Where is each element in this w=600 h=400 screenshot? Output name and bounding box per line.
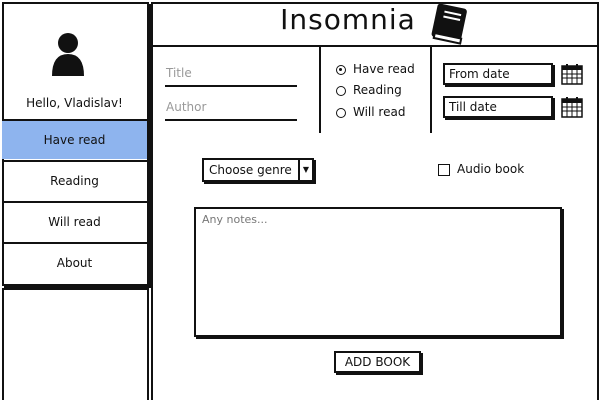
till-date-input[interactable]: Till date — [443, 96, 553, 118]
sidebar-item-label: Will read — [48, 215, 101, 229]
audio-book-checkbox[interactable] — [438, 164, 450, 176]
genre-select-value: Choose genre — [209, 163, 292, 177]
radio-label: Have read — [353, 62, 415, 76]
sidebar-item-will-read[interactable]: Will read — [2, 201, 147, 241]
form-divider — [430, 47, 432, 133]
radio-have-read[interactable] — [336, 65, 346, 75]
sidebar-footer-panel — [2, 288, 149, 400]
radio-reading[interactable] — [336, 86, 346, 96]
add-book-button[interactable]: ADD BOOK — [334, 351, 421, 373]
radio-label: Will read — [353, 105, 406, 119]
app-title: Insomnia — [280, 3, 416, 36]
sidebar-item-label: Have read — [43, 133, 106, 147]
chevron-down-icon: ▼ — [298, 160, 312, 180]
from-date-input[interactable]: From date — [443, 63, 553, 85]
sidebar-item-label: About — [56, 256, 93, 270]
header-divider — [151, 45, 599, 47]
author-input[interactable]: Author — [166, 100, 206, 114]
title-input-underline — [165, 85, 297, 87]
title-input[interactable]: Title — [166, 66, 192, 80]
sidebar-item-reading[interactable]: Reading — [2, 160, 147, 200]
author-input-underline — [165, 119, 297, 121]
sidebar-item-have-read[interactable]: Have read — [2, 119, 147, 159]
calendar-icon[interactable] — [561, 96, 583, 118]
user-icon — [52, 33, 84, 76]
calendar-icon[interactable] — [561, 63, 583, 85]
radio-will-read[interactable] — [336, 108, 346, 118]
audio-book-label: Audio book — [457, 162, 525, 176]
radio-label: Reading — [353, 83, 402, 97]
notes-textarea[interactable]: Any notes... — [194, 207, 562, 337]
sidebar-item-about[interactable]: About — [2, 242, 147, 282]
greeting-text: Hello, Vladislav! — [26, 96, 123, 110]
form-divider — [319, 47, 321, 133]
book-icon — [431, 3, 467, 45]
genre-select[interactable]: Choose genre ▼ — [202, 158, 314, 182]
sidebar-item-label: Reading — [50, 174, 99, 188]
